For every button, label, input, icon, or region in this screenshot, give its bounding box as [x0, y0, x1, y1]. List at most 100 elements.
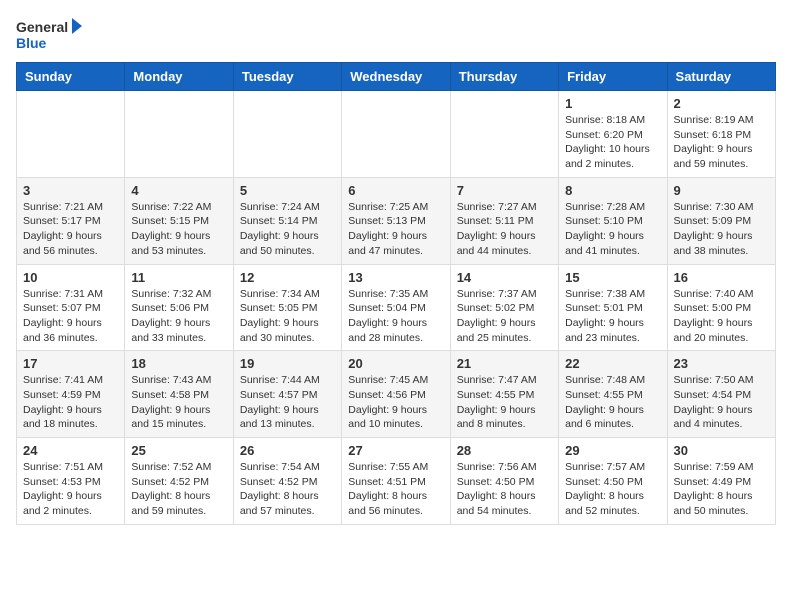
day-info: Sunrise: 7:41 AM Sunset: 4:59 PM Dayligh…	[23, 373, 118, 432]
day-number: 10	[23, 270, 118, 285]
page-header: GeneralBlue	[16, 16, 776, 54]
day-cell: 26 Sunrise: 7:54 AM Sunset: 4:52 PM Dayli…	[233, 438, 341, 525]
week-row-2: 10 Sunrise: 7:31 AM Sunset: 5:07 PM Dayli…	[17, 264, 776, 351]
day-info: Sunrise: 7:21 AM Sunset: 5:17 PM Dayligh…	[23, 200, 118, 259]
day-cell: 2 Sunrise: 8:19 AM Sunset: 6:18 PM Daylig…	[667, 91, 775, 178]
logo: GeneralBlue	[16, 16, 86, 54]
weekday-header-row: SundayMondayTuesdayWednesdayThursdayFrid…	[17, 63, 776, 91]
day-cell: 11 Sunrise: 7:32 AM Sunset: 5:06 PM Dayli…	[125, 264, 233, 351]
day-info: Sunrise: 7:30 AM Sunset: 5:09 PM Dayligh…	[674, 200, 769, 259]
day-info: Sunrise: 7:57 AM Sunset: 4:50 PM Dayligh…	[565, 460, 660, 519]
day-cell: 10 Sunrise: 7:31 AM Sunset: 5:07 PM Dayli…	[17, 264, 125, 351]
day-info: Sunrise: 7:48 AM Sunset: 4:55 PM Dayligh…	[565, 373, 660, 432]
day-info: Sunrise: 7:55 AM Sunset: 4:51 PM Dayligh…	[348, 460, 443, 519]
day-cell: 19 Sunrise: 7:44 AM Sunset: 4:57 PM Dayli…	[233, 351, 341, 438]
day-cell	[125, 91, 233, 178]
week-row-0: 1 Sunrise: 8:18 AM Sunset: 6:20 PM Daylig…	[17, 91, 776, 178]
weekday-header-saturday: Saturday	[667, 63, 775, 91]
day-cell: 15Sunrise: 7:38 AM Sunset: 5:01 PM Dayli…	[559, 264, 667, 351]
day-number: 24	[23, 443, 118, 458]
day-info: Sunrise: 7:44 AM Sunset: 4:57 PM Dayligh…	[240, 373, 335, 432]
day-info: Sunrise: 7:51 AM Sunset: 4:53 PM Dayligh…	[23, 460, 118, 519]
day-info: Sunrise: 7:45 AM Sunset: 4:56 PM Dayligh…	[348, 373, 443, 432]
weekday-header-wednesday: Wednesday	[342, 63, 450, 91]
day-number: 28	[457, 443, 552, 458]
day-cell: 25 Sunrise: 7:52 AM Sunset: 4:52 PM Dayli…	[125, 438, 233, 525]
day-number: 16	[674, 270, 769, 285]
day-cell: 29 Sunrise: 7:57 AM Sunset: 4:50 PM Dayli…	[559, 438, 667, 525]
day-number: 2	[674, 96, 769, 111]
day-cell: 14Sunrise: 7:37 AM Sunset: 5:02 PM Dayli…	[450, 264, 558, 351]
day-cell: 16 Sunrise: 7:40 AM Sunset: 5:00 PM Dayli…	[667, 264, 775, 351]
day-number: 9	[674, 183, 769, 198]
day-info: Sunrise: 7:56 AM Sunset: 4:50 PM Dayligh…	[457, 460, 552, 519]
day-info: Sunrise: 8:19 AM Sunset: 6:18 PM Dayligh…	[674, 113, 769, 172]
day-info: Sunrise: 7:32 AM Sunset: 5:06 PM Dayligh…	[131, 287, 226, 346]
day-number: 3	[23, 183, 118, 198]
day-cell: 13Sunrise: 7:35 AM Sunset: 5:04 PM Dayli…	[342, 264, 450, 351]
day-number: 11	[131, 270, 226, 285]
day-number: 14	[457, 270, 552, 285]
day-info: Sunrise: 7:27 AM Sunset: 5:11 PM Dayligh…	[457, 200, 552, 259]
day-info: Sunrise: 7:52 AM Sunset: 4:52 PM Dayligh…	[131, 460, 226, 519]
logo-svg: GeneralBlue	[16, 16, 86, 54]
day-number: 1	[565, 96, 660, 111]
day-info: Sunrise: 7:24 AM Sunset: 5:14 PM Dayligh…	[240, 200, 335, 259]
day-number: 23	[674, 356, 769, 371]
day-number: 17	[23, 356, 118, 371]
day-cell: 18 Sunrise: 7:43 AM Sunset: 4:58 PM Dayli…	[125, 351, 233, 438]
day-cell: 23 Sunrise: 7:50 AM Sunset: 4:54 PM Dayli…	[667, 351, 775, 438]
day-cell: 30Sunrise: 7:59 AM Sunset: 4:49 PM Dayli…	[667, 438, 775, 525]
day-cell	[17, 91, 125, 178]
day-cell: 6 Sunrise: 7:25 AM Sunset: 5:13 PM Daylig…	[342, 177, 450, 264]
day-number: 29	[565, 443, 660, 458]
weekday-header-tuesday: Tuesday	[233, 63, 341, 91]
day-info: Sunrise: 7:22 AM Sunset: 5:15 PM Dayligh…	[131, 200, 226, 259]
day-cell	[342, 91, 450, 178]
day-number: 30	[674, 443, 769, 458]
day-number: 6	[348, 183, 443, 198]
day-info: Sunrise: 7:54 AM Sunset: 4:52 PM Dayligh…	[240, 460, 335, 519]
day-info: Sunrise: 7:28 AM Sunset: 5:10 PM Dayligh…	[565, 200, 660, 259]
day-cell: 9 Sunrise: 7:30 AM Sunset: 5:09 PM Daylig…	[667, 177, 775, 264]
day-number: 27	[348, 443, 443, 458]
week-row-3: 17 Sunrise: 7:41 AM Sunset: 4:59 PM Dayli…	[17, 351, 776, 438]
day-number: 20	[348, 356, 443, 371]
day-cell: 1 Sunrise: 8:18 AM Sunset: 6:20 PM Daylig…	[559, 91, 667, 178]
weekday-header-sunday: Sunday	[17, 63, 125, 91]
week-row-4: 24 Sunrise: 7:51 AM Sunset: 4:53 PM Dayli…	[17, 438, 776, 525]
day-info: Sunrise: 7:25 AM Sunset: 5:13 PM Dayligh…	[348, 200, 443, 259]
day-cell: 28 Sunrise: 7:56 AM Sunset: 4:50 PM Dayli…	[450, 438, 558, 525]
day-number: 25	[131, 443, 226, 458]
day-number: 18	[131, 356, 226, 371]
day-info: Sunrise: 7:34 AM Sunset: 5:05 PM Dayligh…	[240, 287, 335, 346]
day-info: Sunrise: 7:43 AM Sunset: 4:58 PM Dayligh…	[131, 373, 226, 432]
day-info: Sunrise: 7:50 AM Sunset: 4:54 PM Dayligh…	[674, 373, 769, 432]
day-cell: 17 Sunrise: 7:41 AM Sunset: 4:59 PM Dayli…	[17, 351, 125, 438]
day-info: Sunrise: 7:35 AM Sunset: 5:04 PM Dayligh…	[348, 287, 443, 346]
day-info: Sunrise: 7:31 AM Sunset: 5:07 PM Dayligh…	[23, 287, 118, 346]
day-cell	[450, 91, 558, 178]
day-cell: 8 Sunrise: 7:28 AM Sunset: 5:10 PM Daylig…	[559, 177, 667, 264]
day-number: 19	[240, 356, 335, 371]
day-number: 21	[457, 356, 552, 371]
day-number: 26	[240, 443, 335, 458]
svg-text:Blue: Blue	[16, 35, 47, 51]
day-info: Sunrise: 8:18 AM Sunset: 6:20 PM Dayligh…	[565, 113, 660, 172]
svg-text:General: General	[16, 19, 68, 35]
day-number: 22	[565, 356, 660, 371]
day-cell: 4 Sunrise: 7:22 AM Sunset: 5:15 PM Daylig…	[125, 177, 233, 264]
day-cell: 20 Sunrise: 7:45 AM Sunset: 4:56 PM Dayli…	[342, 351, 450, 438]
day-number: 5	[240, 183, 335, 198]
day-info: Sunrise: 7:38 AM Sunset: 5:01 PM Dayligh…	[565, 287, 660, 346]
day-info: Sunrise: 7:40 AM Sunset: 5:00 PM Dayligh…	[674, 287, 769, 346]
weekday-header-friday: Friday	[559, 63, 667, 91]
day-cell: 21Sunrise: 7:47 AM Sunset: 4:55 PM Dayli…	[450, 351, 558, 438]
week-row-1: 3 Sunrise: 7:21 AM Sunset: 5:17 PM Daylig…	[17, 177, 776, 264]
day-cell: 24 Sunrise: 7:51 AM Sunset: 4:53 PM Dayli…	[17, 438, 125, 525]
day-cell	[233, 91, 341, 178]
day-number: 8	[565, 183, 660, 198]
day-number: 4	[131, 183, 226, 198]
calendar-table: SundayMondayTuesdayWednesdayThursdayFrid…	[16, 62, 776, 525]
day-cell: 22 Sunrise: 7:48 AM Sunset: 4:55 PM Dayli…	[559, 351, 667, 438]
